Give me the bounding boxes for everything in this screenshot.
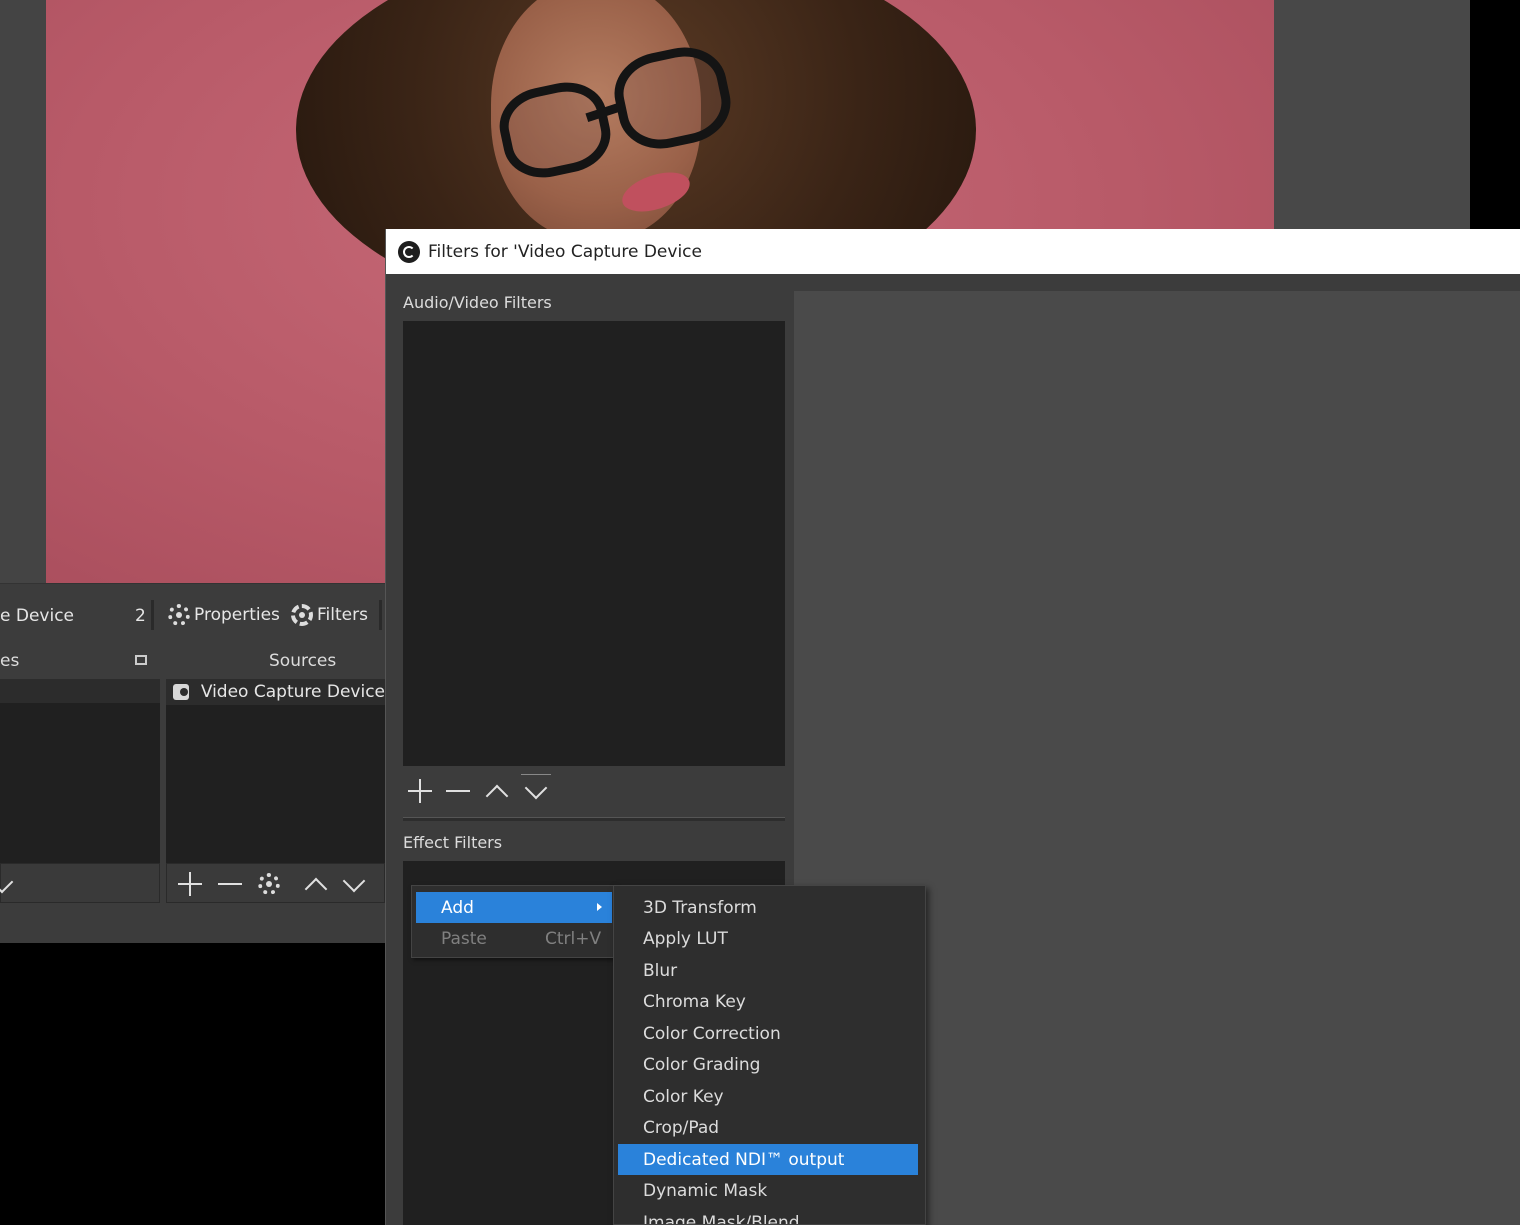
- gear-icon: [258, 873, 280, 895]
- add-av-filter-button[interactable]: [405, 776, 435, 806]
- submenu-item[interactable]: Dynamic Mask: [618, 1175, 918, 1206]
- submenu-item-label: Chroma Key: [643, 991, 746, 1012]
- submenu-item[interactable]: Apply LUT: [618, 923, 918, 954]
- chevron-up-icon: [304, 877, 328, 901]
- source-item[interactable]: Video Capture Device: [166, 679, 385, 705]
- main-window-black-area: [1470, 0, 1520, 230]
- effect-filters-context-menu: Add Paste Ctrl+V: [411, 885, 615, 958]
- submenu-item-label: Color Correction: [643, 1023, 781, 1044]
- filters-dialog: Filters for 'Video Capture Device Audio/…: [385, 229, 1520, 1225]
- remove-source-button[interactable]: [215, 869, 245, 899]
- submenu-item[interactable]: Blur: [618, 955, 918, 986]
- sources-dock-title: Sources: [269, 651, 337, 671]
- submenu-item-label: Crop/Pad: [643, 1117, 720, 1138]
- minus-icon: [446, 790, 470, 792]
- menu-item-paste-shortcut: Ctrl+V: [545, 928, 602, 949]
- scene-row[interactable]: [0, 679, 160, 703]
- remove-av-filter-button[interactable]: [443, 776, 473, 806]
- source-properties-button[interactable]: [254, 869, 284, 899]
- add-source-button[interactable]: [175, 869, 205, 899]
- filters-label: Filters: [317, 605, 368, 625]
- filters-icon: [291, 604, 313, 626]
- submenu-item[interactable]: Crop/Pad: [618, 1112, 918, 1143]
- submenu-item-highlighted[interactable]: Dedicated NDI™ output: [618, 1144, 918, 1175]
- obs-logo-icon: [398, 240, 420, 263]
- submenu-item[interactable]: Color Correction: [618, 1018, 918, 1049]
- main-window-left-edge: [0, 0, 46, 583]
- sources-list[interactable]: Video Capture Device: [166, 679, 385, 863]
- chevron-down-icon: [342, 869, 366, 893]
- main-window-side-panel: [1274, 0, 1470, 230]
- scenes-list[interactable]: [0, 679, 160, 863]
- submenu-item-label: Color Key: [643, 1086, 724, 1107]
- move-av-filter-down-button[interactable]: [521, 774, 551, 806]
- plus-icon-stroke: [419, 779, 421, 803]
- scenes-dock-title: es: [0, 651, 20, 671]
- toolbar-separator: [151, 600, 154, 630]
- submenu-item-label: Dedicated NDI™ output: [643, 1149, 845, 1170]
- menu-item-add[interactable]: Add: [416, 892, 612, 923]
- move-av-filter-up-button[interactable]: [482, 776, 512, 808]
- plus-icon-stroke: [189, 872, 191, 896]
- submenu-item-label: Dynamic Mask: [643, 1180, 768, 1201]
- minus-icon: [218, 883, 242, 885]
- submenu-arrow-icon: [597, 903, 602, 911]
- menu-item-add-label: Add: [441, 897, 474, 918]
- submenu-item[interactable]: Color Key: [618, 1081, 918, 1112]
- sources-footer: [166, 863, 385, 903]
- filters-splitter[interactable]: [403, 817, 785, 821]
- av-filters-footer: [403, 766, 785, 816]
- button-focus-line: [521, 774, 551, 775]
- effect-filters-label: Effect Filters: [403, 833, 503, 852]
- gear-icon: [168, 604, 190, 626]
- submenu-item-label: Blur: [643, 960, 678, 981]
- source-item-label: Video Capture Device: [200, 682, 385, 702]
- properties-button[interactable]: Properties: [168, 602, 280, 628]
- submenu-item[interactable]: Image Mask/Blend: [618, 1207, 918, 1225]
- add-filter-submenu: 3D Transform Apply LUT Blur Chroma Key C…: [613, 885, 926, 1225]
- docks-area: es Sources Video Capture Device: [0, 645, 385, 943]
- submenu-item-label: Color Grading: [643, 1054, 761, 1075]
- dialog-title: Filters for 'Video Capture Device: [428, 241, 702, 262]
- move-source-down-button[interactable]: [339, 869, 369, 899]
- main-window-bottom-area: [0, 943, 385, 1225]
- menu-item-paste[interactable]: Paste Ctrl+V: [416, 923, 612, 954]
- chevron-up-icon: [485, 784, 509, 808]
- av-filters-list[interactable]: [403, 321, 785, 766]
- chevron-down-icon: [524, 776, 548, 800]
- filters-button[interactable]: Filters: [291, 602, 368, 628]
- source-count: 2: [135, 606, 146, 626]
- selected-source-name: e Device: [0, 606, 75, 626]
- scenes-footer: [0, 863, 160, 903]
- submenu-item[interactable]: Color Grading: [618, 1049, 918, 1080]
- toolbar-separator: [379, 600, 382, 630]
- submenu-item-label: 3D Transform: [643, 897, 757, 918]
- dialog-titlebar[interactable]: Filters for 'Video Capture Device: [386, 229, 1520, 274]
- properties-label: Properties: [194, 605, 280, 625]
- camera-icon: [173, 684, 189, 700]
- av-filters-label: Audio/Video Filters: [403, 293, 552, 312]
- submenu-item-label: Apply LUT: [643, 928, 728, 949]
- move-source-up-button[interactable]: [301, 869, 331, 901]
- submenu-item[interactable]: Chroma Key: [618, 986, 918, 1017]
- source-toolbar: e Device 2 Properties Filters: [0, 583, 385, 645]
- menu-item-paste-label: Paste: [441, 928, 487, 949]
- submenu-item[interactable]: 3D Transform: [618, 892, 918, 923]
- undock-icon[interactable]: [135, 655, 147, 665]
- submenu-item-label: Image Mask/Blend: [643, 1212, 800, 1225]
- chevron-down-icon[interactable]: [0, 870, 14, 894]
